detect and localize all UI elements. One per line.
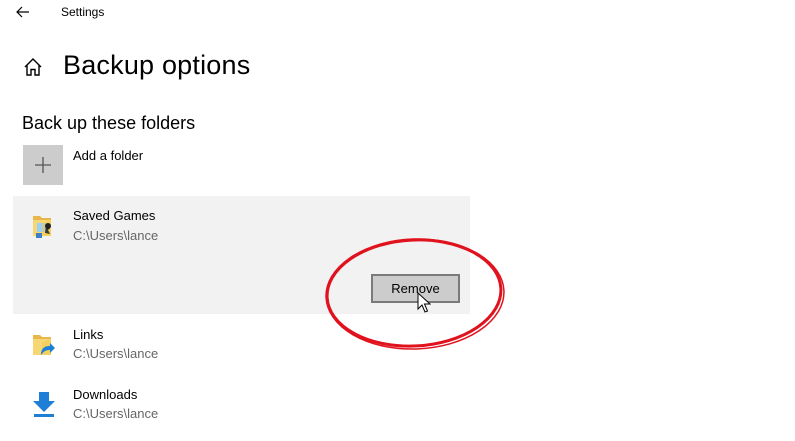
folder-name: Downloads <box>73 387 138 402</box>
folder-path: C:\Users\lance <box>73 228 159 243</box>
folder-item-saved-games[interactable]: Saved Games C:\Users\lance Remove <box>13 196 470 314</box>
back-arrow-icon <box>16 6 29 18</box>
folder-path: C:\Users\lance <box>73 406 159 421</box>
folder-item-downloads[interactable]: Downloads C:\Users\lance <box>13 378 470 430</box>
home-icon <box>24 58 42 76</box>
add-folder-button[interactable]: Add a folder <box>22 145 322 187</box>
home-button[interactable] <box>22 56 44 78</box>
remove-button[interactable]: Remove <box>371 274 460 303</box>
downloads-folder-icon <box>33 392 55 417</box>
title-bar: Settings <box>0 0 795 26</box>
saved-games-folder-icon <box>33 216 51 238</box>
page-title: Backup options <box>63 50 251 80</box>
links-folder-icon <box>33 335 55 355</box>
folder-name: Saved Games <box>73 208 156 223</box>
folder-name: Links <box>73 327 104 342</box>
plus-icon <box>35 157 51 173</box>
section-title: Back up these folders <box>22 113 196 133</box>
add-folder-tile <box>23 145 63 185</box>
add-folder-label: Add a folder <box>73 148 144 163</box>
folder-item-links[interactable]: Links C:\Users\lance <box>13 318 470 370</box>
back-button[interactable] <box>10 2 36 22</box>
app-title: Settings <box>61 5 105 19</box>
folder-path: C:\Users\lance <box>73 346 159 361</box>
settings-window: Settings Backup options Back up these fo… <box>0 0 795 441</box>
